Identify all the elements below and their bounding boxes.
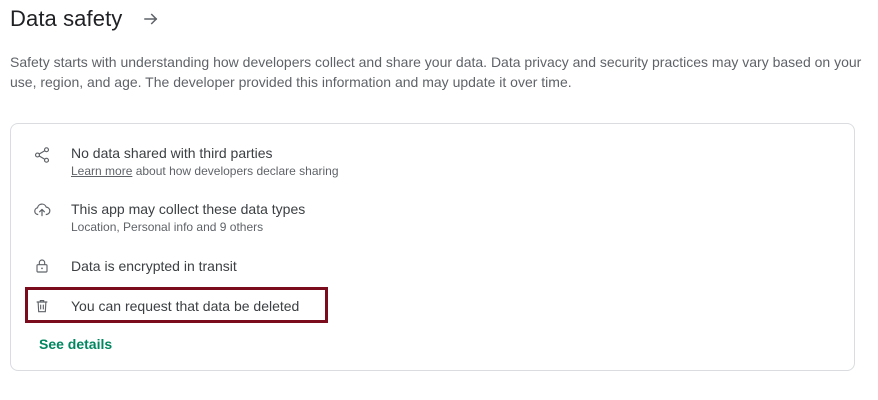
data-safety-header[interactable]: Data safety: [10, 2, 162, 36]
arrow-right-icon[interactable]: [140, 8, 162, 30]
share-icon: [32, 145, 52, 165]
item-primary-text: You can request that data be deleted: [71, 298, 300, 314]
learn-more-suffix: about how developers declare sharing: [132, 164, 339, 178]
section-title: Data safety: [10, 6, 123, 31]
item-primary-text: Data is encrypted in transit: [71, 258, 237, 274]
learn-more-link[interactable]: Learn more: [71, 164, 132, 178]
section-description: Safety starts with understanding how dev…: [10, 54, 862, 90]
item-primary-text: No data shared with third parties: [71, 145, 273, 161]
see-details-link[interactable]: See details: [39, 336, 112, 352]
data-safety-card: No data shared with third parties Learn …: [10, 123, 855, 371]
item-secondary-text: Location, Personal info and 9 others: [71, 220, 264, 234]
item-primary-text: This app may collect these data types: [71, 201, 306, 217]
item-secondary-text: Learn more about how developers declare …: [71, 163, 339, 179]
trash-icon: [32, 296, 52, 316]
cloud-upload-icon: [32, 200, 52, 220]
lock-icon: [32, 256, 52, 276]
